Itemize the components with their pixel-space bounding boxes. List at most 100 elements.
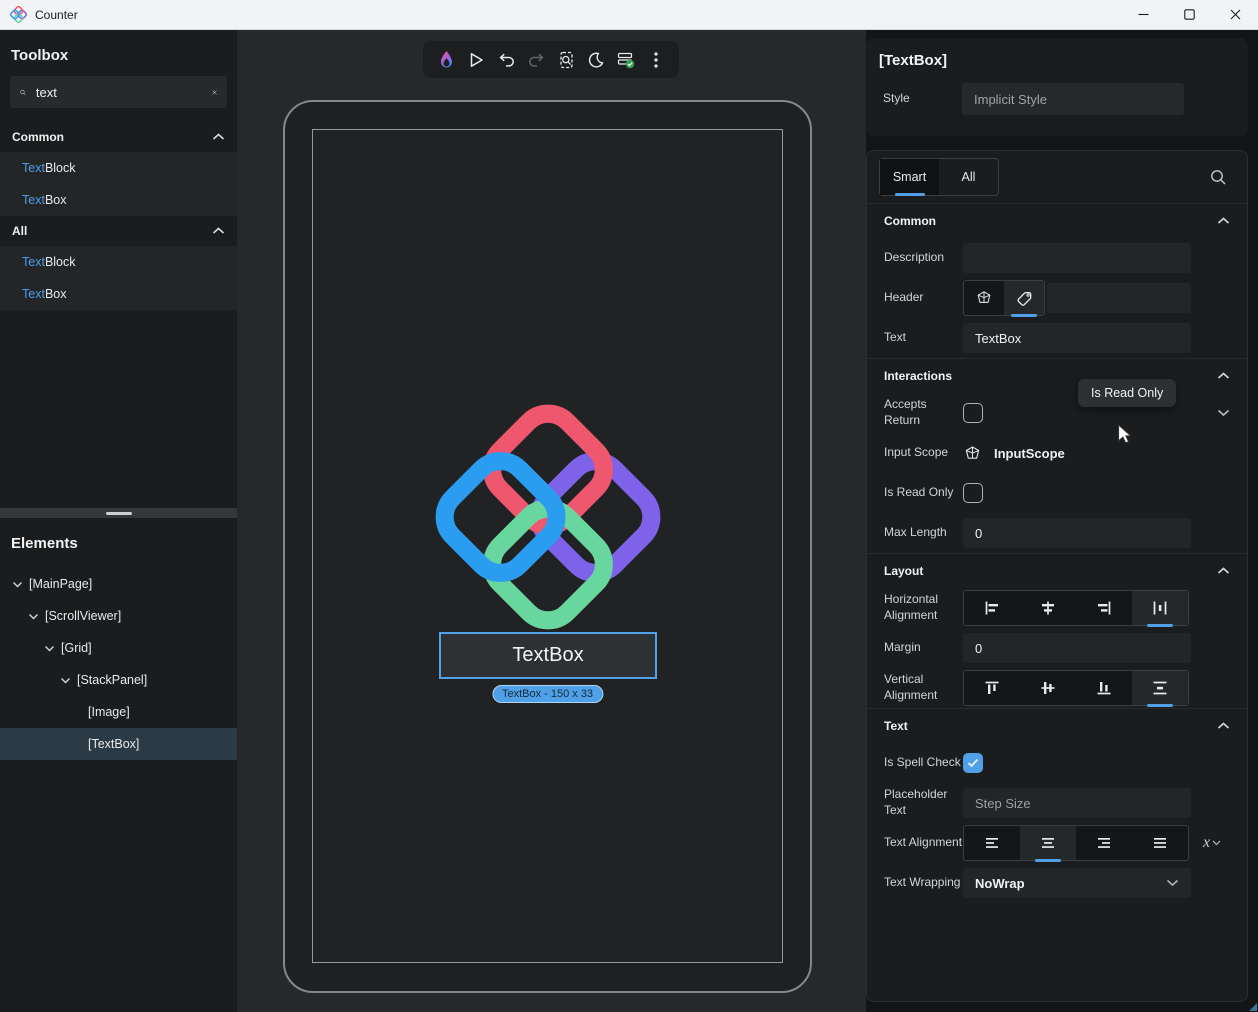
valign-stretch-button[interactable] — [1132, 671, 1188, 705]
text-align-justify-button[interactable] — [1132, 826, 1188, 860]
check-icon — [967, 758, 979, 768]
valign-bottom-button[interactable] — [1076, 671, 1132, 705]
tab-smart[interactable]: Smart — [880, 159, 939, 195]
redo-button[interactable] — [521, 45, 551, 75]
tab-all[interactable]: All — [939, 159, 998, 195]
description-input[interactable] — [963, 243, 1191, 273]
gem-icon[interactable] — [963, 444, 982, 463]
text-align-left-button[interactable] — [964, 826, 1020, 860]
toolbox-items-common: TextBlock TextBox — [0, 152, 237, 216]
design-canvas[interactable]: TextBox TextBox - 150 x 33 — [237, 30, 866, 1012]
toolbox-section-common[interactable]: Common — [0, 122, 237, 152]
properties-search-icon[interactable] — [1210, 169, 1227, 186]
panel-splitter[interactable] — [0, 508, 237, 518]
align-right-icon — [1095, 599, 1113, 617]
toolbox-search-input[interactable] — [36, 85, 212, 100]
valign-top-button[interactable] — [964, 671, 1020, 705]
halign-center-button[interactable] — [1020, 591, 1076, 625]
max-length-input[interactable] — [963, 518, 1191, 548]
app-logo-image[interactable] — [435, 404, 661, 630]
accepts-return-checkbox[interactable] — [963, 403, 983, 423]
text-wrapping-value: NoWrap — [975, 876, 1025, 891]
play-button[interactable] — [461, 45, 491, 75]
toolbox-item-textbox[interactable]: TextBox — [0, 184, 237, 216]
halign-right-button[interactable] — [1076, 591, 1132, 625]
binding-gem-button[interactable] — [964, 281, 1004, 315]
toolbox-title: Toolbox — [0, 30, 237, 76]
margin-input[interactable] — [963, 633, 1191, 663]
chevron-down-icon[interactable] — [1217, 409, 1230, 417]
chevron-down-icon[interactable] — [10, 581, 24, 588]
toolbox-item-textblock[interactable]: TextBlock — [0, 246, 237, 278]
moon-icon — [588, 52, 604, 68]
tree-item-textbox[interactable]: [TextBox] — [0, 728, 237, 760]
text-input[interactable] — [963, 323, 1191, 353]
section-layout[interactable]: Layout — [867, 554, 1247, 588]
stretch-h-icon — [1151, 599, 1169, 617]
section-common[interactable]: Common — [867, 204, 1247, 238]
chevron-down-icon[interactable] — [26, 613, 40, 620]
placeholder-text-input[interactable] — [963, 788, 1191, 818]
tree-item-grid[interactable]: [Grid] — [0, 632, 237, 664]
input-scope-value[interactable]: InputScope — [994, 446, 1065, 461]
chevron-down-icon[interactable] — [58, 677, 72, 684]
toolbox-items-all: TextBlock TextBox — [0, 246, 237, 310]
tree-item-mainpage[interactable]: [MainPage] — [0, 568, 237, 600]
toolbox-search[interactable] — [10, 76, 227, 108]
close-icon — [1230, 9, 1241, 20]
text-wrapping-dropdown[interactable]: NoWrap — [963, 868, 1191, 898]
tag-value-button[interactable] — [1004, 281, 1044, 315]
description-label: Description — [884, 250, 963, 266]
validation-button[interactable] — [611, 45, 641, 75]
chevron-up-icon — [1217, 567, 1230, 575]
header-input[interactable] — [1047, 283, 1191, 313]
section-interactions[interactable]: Interactions — [867, 359, 1247, 393]
window-resize-grip[interactable] — [1249, 1003, 1257, 1011]
close-button[interactable] — [1212, 0, 1258, 29]
style-label: Style — [883, 91, 962, 107]
header-mode-toggle — [963, 280, 1045, 316]
property-tabs: Smart All — [879, 158, 999, 196]
more-options-button[interactable] — [641, 45, 671, 75]
style-input[interactable] — [962, 83, 1184, 115]
tree-item-stackpanel[interactable]: [StackPanel] — [0, 664, 237, 696]
splitter-handle[interactable] — [106, 512, 132, 515]
inspect-element-button[interactable] — [551, 45, 581, 75]
horizontal-alignment-label: Horizontal Alignment — [884, 592, 963, 623]
halign-stretch-button[interactable] — [1132, 591, 1188, 625]
theme-toggle-button[interactable] — [581, 45, 611, 75]
device-screen[interactable]: TextBox TextBox - 150 x 33 — [312, 129, 783, 963]
hot-reload-button[interactable] — [431, 45, 461, 75]
properties-title: [TextBox] — [866, 38, 1248, 69]
clear-search-icon[interactable] — [212, 86, 217, 99]
is-spell-check-checkbox[interactable] — [963, 753, 983, 773]
toolbox-item-textblock[interactable]: TextBlock — [0, 152, 237, 184]
is-read-only-checkbox[interactable] — [963, 483, 983, 503]
text-align-justify-icon — [1151, 834, 1169, 852]
tree-item-image[interactable]: [Image] — [0, 696, 237, 728]
valign-center-button[interactable] — [1020, 671, 1076, 705]
canvas-textbox-element[interactable]: TextBox — [439, 632, 657, 679]
text-align-center-button[interactable] — [1020, 826, 1076, 860]
titlebar: Counter — [0, 0, 1258, 30]
vertical-alignment-label: Vertical Alignment — [884, 672, 963, 703]
elements-tree: [MainPage] [ScrollViewer] [Grid] [StackP… — [0, 564, 237, 760]
chevron-up-icon — [212, 227, 225, 235]
selection-size-badge: TextBox - 150 x 33 — [492, 685, 603, 703]
minimize-button[interactable] — [1120, 0, 1166, 29]
tree-item-scrollviewer[interactable]: [ScrollViewer] — [0, 600, 237, 632]
undo-button[interactable] — [491, 45, 521, 75]
toolbox-item-textbox[interactable]: TextBox — [0, 278, 237, 310]
chevron-down-icon[interactable] — [42, 645, 56, 652]
maximize-button[interactable] — [1166, 0, 1212, 29]
search-icon — [20, 85, 26, 100]
section-text[interactable]: Text — [867, 709, 1247, 743]
mouse-cursor — [1117, 424, 1131, 444]
text-alignment-label: Text Alignment — [884, 835, 963, 851]
left-sidebar: Toolbox Common TextBlock TextBox All Tex… — [0, 30, 237, 1012]
halign-left-button[interactable] — [964, 591, 1020, 625]
font-variable-selector[interactable]: x — [1203, 834, 1221, 852]
vertical-alignment-control — [963, 670, 1189, 706]
text-align-right-button[interactable] — [1076, 826, 1132, 860]
toolbox-section-all[interactable]: All — [0, 216, 237, 246]
